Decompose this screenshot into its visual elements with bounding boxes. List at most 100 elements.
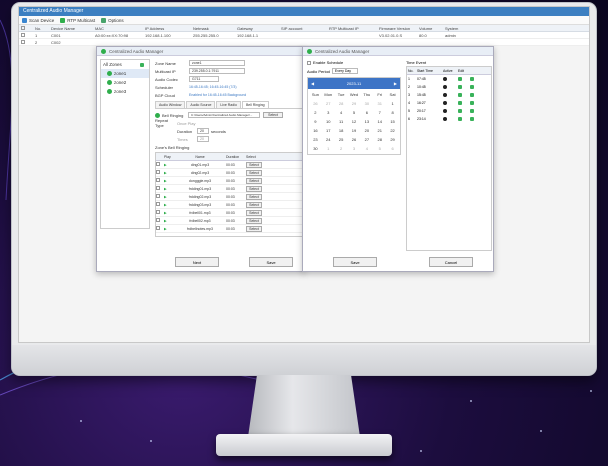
- bgp-link[interactable]: Enabled for 16:45-16:45 Background: [189, 93, 246, 97]
- times-input[interactable]: 20: [197, 136, 209, 142]
- active-dot-icon[interactable]: [442, 108, 457, 114]
- time-event-row[interactable]: 1 07:45: [407, 75, 491, 83]
- calendar-day[interactable]: 22: [386, 126, 399, 135]
- calendar-day[interactable]: 4: [360, 144, 373, 153]
- file-select-button[interactable]: Select: [246, 201, 262, 208]
- calendar-day[interactable]: 12: [348, 117, 361, 126]
- delete-icon[interactable]: [469, 92, 481, 98]
- calendar-day[interactable]: 16: [309, 126, 322, 135]
- tab-audio-window[interactable]: Audio Window: [155, 101, 186, 108]
- bell-file-row[interactable]: ▶ frdding03.mp3 00:03 Select: [156, 201, 302, 209]
- calendar-day[interactable]: 15: [386, 117, 399, 126]
- file-select-button[interactable]: Select: [246, 161, 262, 168]
- edit-icon[interactable]: [457, 84, 469, 90]
- calendar-day[interactable]: 4: [335, 108, 348, 117]
- calendar-day[interactable]: 14: [373, 117, 386, 126]
- delete-icon[interactable]: [469, 116, 481, 122]
- calendar-day[interactable]: 28: [373, 135, 386, 144]
- file-select-button[interactable]: Select: [246, 169, 262, 176]
- time-event-row[interactable]: 2 10:45: [407, 83, 491, 91]
- bell-file-row[interactable]: ▶ frdding02.mp3 00:03 Select: [156, 193, 302, 201]
- calendar-day[interactable]: 17: [322, 126, 335, 135]
- calendar-day[interactable]: 8: [386, 108, 399, 117]
- calendar-day[interactable]: 31: [373, 99, 386, 108]
- time-event-row[interactable]: 5 20:17: [407, 107, 491, 115]
- tab-audio-source[interactable]: Audio Source: [186, 101, 216, 108]
- calendar-day[interactable]: 26: [309, 99, 322, 108]
- calendar-day[interactable]: 27: [322, 99, 335, 108]
- next-button[interactable]: Next: [175, 257, 219, 267]
- audio-period-select[interactable]: Every Day: [331, 68, 358, 74]
- time-event-row[interactable]: 3 15:45: [407, 91, 491, 99]
- bell-file-row[interactable]: ▶ ding01.mp3 00:03 Select: [156, 161, 302, 169]
- calendar-day[interactable]: 29: [386, 135, 399, 144]
- file-checkbox[interactable]: [156, 218, 164, 223]
- delete-icon[interactable]: [469, 100, 481, 106]
- edit-icon[interactable]: [457, 116, 469, 122]
- schedule-cancel-button[interactable]: Cancel: [429, 257, 473, 267]
- calendar-day[interactable]: 5: [373, 144, 386, 153]
- active-dot-icon[interactable]: [442, 116, 457, 122]
- play-icon[interactable]: ▶: [164, 195, 174, 199]
- calendar-day[interactable]: 11: [335, 117, 348, 126]
- table-row[interactable]: 1 C001 A0:00:xx:XX:70:98 192.168.1.100 2…: [19, 32, 589, 39]
- calendar-day[interactable]: 25: [335, 135, 348, 144]
- rtp-multicast-button[interactable]: RTP Multicast: [60, 17, 95, 23]
- duration-input[interactable]: 20: [197, 128, 209, 134]
- scan-device-button[interactable]: Scan Device: [22, 17, 54, 23]
- duration-radio[interactable]: Duration: [177, 129, 197, 134]
- file-select-button[interactable]: Select: [246, 193, 262, 200]
- calendar-day[interactable]: 3: [348, 144, 361, 153]
- zone-list-root[interactable]: All Zones: [101, 60, 149, 69]
- times-radio[interactable]: Times: [177, 137, 197, 142]
- zone-name-input[interactable]: zone1: [189, 60, 245, 66]
- active-dot-icon[interactable]: [442, 84, 457, 90]
- play-icon[interactable]: ▶: [164, 171, 174, 175]
- once-play-radio[interactable]: Once Play: [177, 121, 195, 126]
- add-zone-icon[interactable]: [139, 62, 144, 67]
- multicast-ip-input[interactable]: 239.255.0.1:7911: [189, 68, 245, 74]
- calendar-day[interactable]: 19: [348, 126, 361, 135]
- tab-live-radio[interactable]: Live Radio: [216, 101, 241, 108]
- zone-item[interactable]: zone3: [101, 87, 149, 96]
- calendar-day[interactable]: 7: [373, 108, 386, 117]
- play-icon[interactable]: ▶: [164, 203, 174, 207]
- bell-path-input[interactable]: C:/Users/Admin/Centralized Audio Manager…: [188, 112, 260, 118]
- row-checkbox[interactable]: [19, 32, 33, 38]
- edit-icon[interactable]: [457, 100, 469, 106]
- file-select-button[interactable]: Select: [246, 225, 262, 232]
- file-checkbox[interactable]: [156, 210, 164, 215]
- row-checkbox[interactable]: [19, 39, 33, 45]
- file-select-button[interactable]: Select: [246, 177, 262, 184]
- zone-item[interactable]: zone1: [101, 69, 149, 78]
- calendar-day[interactable]: 9: [309, 117, 322, 126]
- play-icon[interactable]: ▶: [164, 187, 174, 191]
- calendar-day[interactable]: 23: [309, 135, 322, 144]
- active-dot-icon[interactable]: [442, 76, 457, 82]
- calendar-day[interactable]: 21: [373, 126, 386, 135]
- calendar-day[interactable]: 20: [360, 126, 373, 135]
- file-checkbox[interactable]: [156, 178, 164, 183]
- calendar-day[interactable]: 18: [335, 126, 348, 135]
- prev-month-button[interactable]: ◀: [311, 81, 314, 86]
- active-dot-icon[interactable]: [442, 92, 457, 98]
- delete-icon[interactable]: [469, 108, 481, 114]
- file-checkbox[interactable]: [156, 186, 164, 191]
- edit-icon[interactable]: [457, 92, 469, 98]
- calendar-day[interactable]: 10: [322, 117, 335, 126]
- calendar-day[interactable]: 2: [309, 108, 322, 117]
- bell-file-row[interactable]: ▶ frdbell01.mp3 00:03 Select: [156, 209, 302, 217]
- edit-icon[interactable]: [457, 108, 469, 114]
- calendar-day[interactable]: 24: [322, 135, 335, 144]
- calendar-day[interactable]: 5: [348, 108, 361, 117]
- delete-icon[interactable]: [469, 84, 481, 90]
- options-button[interactable]: Options: [101, 17, 124, 23]
- calendar-day[interactable]: 29: [348, 99, 361, 108]
- calendar-day[interactable]: 3: [322, 108, 335, 117]
- play-icon[interactable]: ▶: [164, 211, 174, 215]
- time-event-row[interactable]: 4 16:27: [407, 99, 491, 107]
- schedule-save-button[interactable]: Save: [333, 257, 377, 267]
- bell-file-row[interactable]: ▶ frdbellnotes.mp3 00:03 Select: [156, 225, 302, 233]
- calendar-day[interactable]: 1: [386, 99, 399, 108]
- file-checkbox[interactable]: [156, 162, 164, 167]
